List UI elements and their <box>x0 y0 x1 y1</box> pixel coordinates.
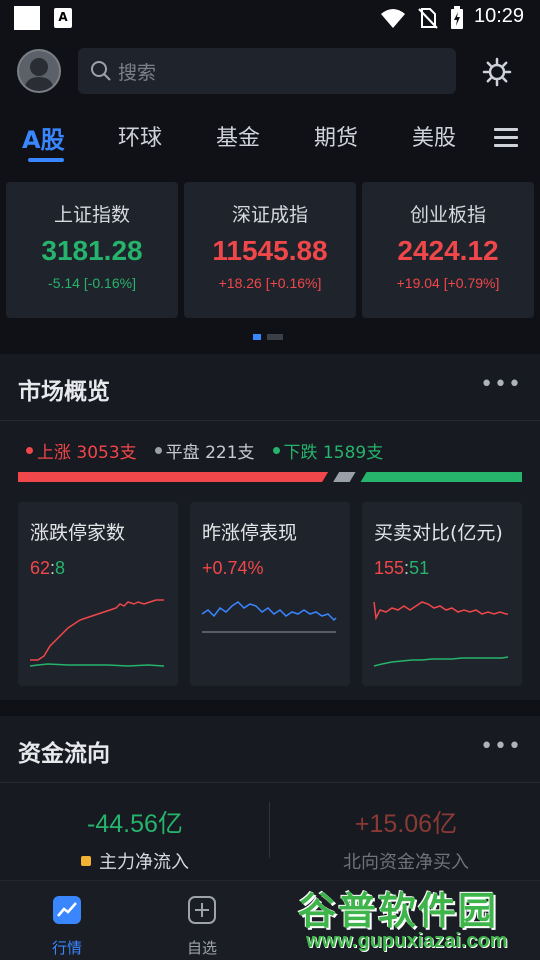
active-tab-indicator <box>28 158 64 162</box>
watermark-logo: 谷普软件园 www.gupuxiazai.com <box>294 880 540 960</box>
settings-gear-icon[interactable] <box>482 57 512 87</box>
nav-watchlist[interactable]: 自选 <box>172 895 232 958</box>
index-card-shenzhen[interactable]: 深证成指 11545.88 +18.26 [+0.16%] <box>184 182 356 318</box>
rise-count: 上涨 3053支 <box>37 443 137 463</box>
buy-amount: 155 <box>374 558 405 578</box>
sell-amount: 51 <box>409 558 430 578</box>
nav-label: 行情 <box>51 939 82 957</box>
index-value: 11545.88 <box>212 235 328 266</box>
app-header: 搜索 <box>0 44 540 100</box>
prev-limit-up-performance: +0.74% <box>202 558 264 578</box>
flat-count: 平盘 221支 <box>165 443 255 463</box>
northbound-label: 北向资金净买入 <box>343 852 469 873</box>
chart-trend-icon <box>53 896 81 924</box>
app-notification-icon: A <box>54 8 72 28</box>
rise-dot-icon <box>26 447 33 454</box>
index-name: 上证指数 <box>53 204 130 226</box>
prev-limit-up-card[interactable]: 昨涨停表现 +0.74% <box>190 502 350 686</box>
notification-icon <box>14 6 40 30</box>
legend-square-icon <box>81 856 91 866</box>
tab-us-stocks[interactable]: 美股 <box>412 120 456 152</box>
index-card-shanghai[interactable]: 上证指数 3181.28 -5.14 [-0.16%] <box>6 182 178 318</box>
search-icon <box>91 61 111 81</box>
tab-futures[interactable]: 期货 <box>314 120 358 152</box>
main-net-inflow-value: -44.56亿 <box>87 810 183 838</box>
plus-square-icon <box>188 896 216 924</box>
index-name: 深证成指 <box>231 204 308 226</box>
flat-segment <box>333 472 356 482</box>
northbound-net-buy[interactable]: +15.06亿 北向资金净买入 <box>306 804 506 874</box>
nav-label: 自选 <box>186 939 217 957</box>
battery-charging-icon <box>451 6 463 29</box>
section-title: 资金流向 <box>18 741 110 767</box>
fall-segment <box>360 472 522 482</box>
market-tabs: A股 环球 基金 期货 美股 <box>0 110 540 166</box>
card-title: 买卖对比(亿元) <box>374 522 503 544</box>
market-breadth: 上涨 3053支 平盘 221支 下跌 1589支 <box>26 438 383 463</box>
limit-sparkline <box>29 599 165 667</box>
prev-limit-sparkline <box>201 601 337 633</box>
carousel-indicator <box>253 334 283 340</box>
more-icon[interactable]: ••• <box>480 734 522 759</box>
search-input[interactable]: 搜索 <box>78 48 456 94</box>
search-placeholder: 搜索 <box>118 61 157 84</box>
index-card-chinext[interactable]: 创业板指 2424.12 +19.04 [+0.79%] <box>362 182 534 318</box>
more-icon[interactable]: ••• <box>480 372 522 397</box>
index-change: +19.04 [+0.79%] <box>396 275 500 291</box>
fall-count: 下跌 1589支 <box>283 443 384 463</box>
card-title: 昨涨停表现 <box>202 522 298 544</box>
user-icon <box>24 58 54 91</box>
rise-segment <box>18 472 329 482</box>
index-change: -5.14 [-0.16%] <box>48 275 136 291</box>
section-title: 市场概览 <box>18 379 110 405</box>
main-net-inflow-label: 主力净流入 <box>99 852 189 873</box>
index-name: 创业板指 <box>409 204 486 226</box>
menu-icon[interactable] <box>494 128 518 150</box>
limit-down-count: 8 <box>55 558 66 578</box>
watermark-url: www.gupuxiazai.com <box>306 930 508 952</box>
index-cards: 上证指数 3181.28 -5.14 [-0.16%] 深证成指 11545.8… <box>0 182 540 318</box>
card-title: 涨跌停家数 <box>30 522 126 544</box>
tab-a-shares[interactable]: A股 <box>22 120 65 155</box>
index-value: 3181.28 <box>41 235 143 266</box>
limit-up-down-card[interactable]: 涨跌停家数 62:8 <box>18 502 178 686</box>
breadth-ratio-bar <box>18 472 522 482</box>
tab-global[interactable]: 环球 <box>118 120 162 152</box>
buy-sell-ratio-card[interactable]: 买卖对比(亿元) 155:51 <box>362 502 522 686</box>
flat-dot-icon <box>154 447 162 454</box>
status-time: 10:29 <box>474 5 525 27</box>
fall-dot-icon <box>272 447 280 454</box>
watermark-text: 谷普软件园 <box>298 889 499 933</box>
tab-funds[interactable]: 基金 <box>216 120 260 152</box>
index-value: 2424.12 <box>397 235 499 266</box>
limit-up-count: 62 <box>30 558 51 578</box>
avatar[interactable] <box>17 49 61 93</box>
wifi-icon <box>381 9 405 28</box>
northbound-value: +15.06亿 <box>354 810 458 838</box>
index-change: +18.26 [+0.16%] <box>218 275 322 291</box>
nav-quotes[interactable]: 行情 <box>37 895 97 958</box>
main-net-inflow[interactable]: -44.56亿 主力净流入 <box>40 804 230 874</box>
buy-sell-sparkline <box>373 601 509 667</box>
no-sim-icon <box>418 8 438 29</box>
status-bar: A 10:29 <box>0 0 540 36</box>
